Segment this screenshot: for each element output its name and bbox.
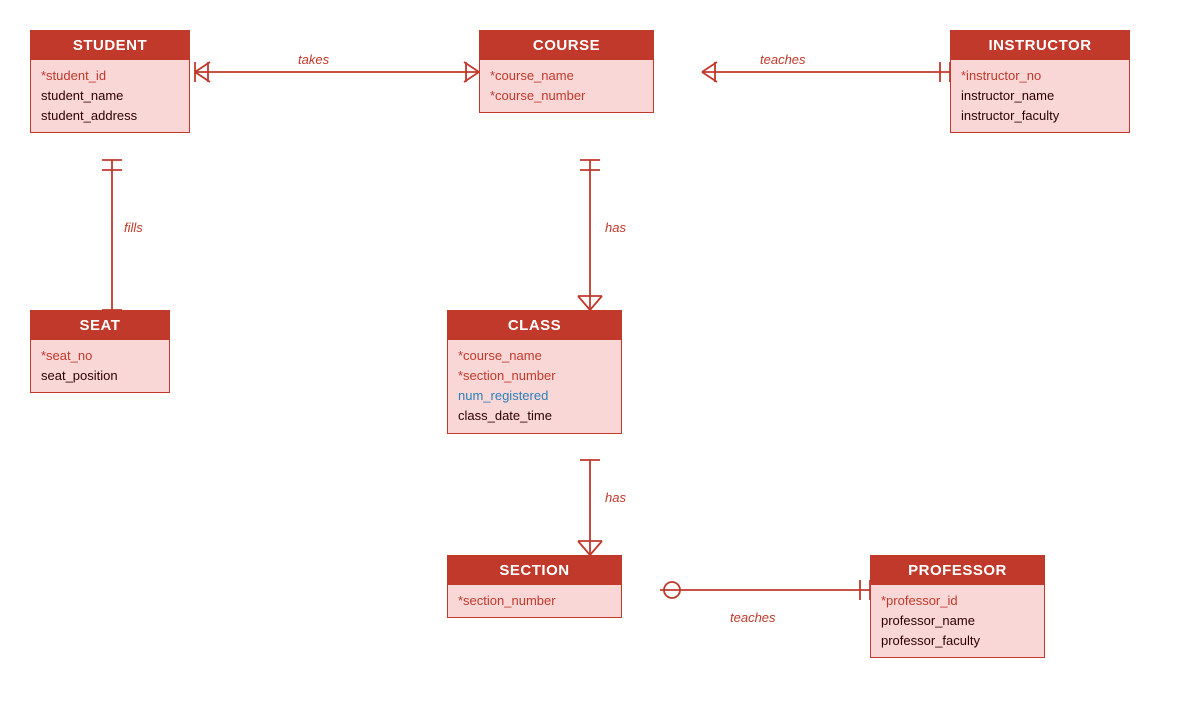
entity-course-header: COURSE [480, 31, 653, 60]
entity-student: STUDENT *student_id student_name student… [30, 30, 190, 133]
entity-student-body: *student_id student_name student_address [31, 60, 189, 132]
entity-class: CLASS *course_name *section_number num_r… [447, 310, 622, 434]
entity-section-header: SECTION [448, 556, 621, 585]
class-field-3: num_registered [458, 386, 611, 406]
entity-course-body: *course_name *course_number [480, 60, 653, 112]
entity-class-header: CLASS [448, 311, 621, 340]
entity-professor-body: *professor_id professor_name professor_f… [871, 585, 1044, 657]
entity-seat-header: SEAT [31, 311, 169, 340]
diagram-container: takes teaches fills has has teaches STUD… [0, 0, 1201, 724]
instructor-field-1: *instructor_no [961, 66, 1119, 86]
entity-instructor-body: *instructor_no instructor_name instructo… [951, 60, 1129, 132]
entity-class-body: *course_name *section_number num_registe… [448, 340, 621, 433]
relation-has-class: has [605, 220, 626, 235]
course-field-1: *course_name [490, 66, 643, 86]
seat-field-2: seat_position [41, 366, 159, 386]
entity-section-body: *section_number [448, 585, 621, 617]
relation-teaches-instructor: teaches [760, 52, 806, 67]
relation-has-section: has [605, 490, 626, 505]
seat-field-1: *seat_no [41, 346, 159, 366]
entity-professor: PROFESSOR *professor_id professor_name p… [870, 555, 1045, 658]
instructor-field-3: instructor_faculty [961, 106, 1119, 126]
professor-field-1: *professor_id [881, 591, 1034, 611]
class-field-4: class_date_time [458, 406, 611, 426]
course-field-2: *course_number [490, 86, 643, 106]
entity-instructor: INSTRUCTOR *instructor_no instructor_nam… [950, 30, 1130, 133]
entity-seat-body: *seat_no seat_position [31, 340, 169, 392]
relation-fills: fills [124, 220, 143, 235]
relation-teaches-professor: teaches [730, 610, 776, 625]
entity-section: SECTION *section_number [447, 555, 622, 618]
entity-instructor-header: INSTRUCTOR [951, 31, 1129, 60]
student-field-1: *student_id [41, 66, 179, 86]
instructor-field-2: instructor_name [961, 86, 1119, 106]
class-field-2: *section_number [458, 366, 611, 386]
professor-field-3: professor_faculty [881, 631, 1034, 651]
professor-field-2: professor_name [881, 611, 1034, 631]
relation-takes: takes [298, 52, 329, 67]
entity-course: COURSE *course_name *course_number [479, 30, 654, 113]
class-field-1: *course_name [458, 346, 611, 366]
entity-seat: SEAT *seat_no seat_position [30, 310, 170, 393]
entity-student-header: STUDENT [31, 31, 189, 60]
entity-professor-header: PROFESSOR [871, 556, 1044, 585]
section-field-1: *section_number [458, 591, 611, 611]
student-field-2: student_name [41, 86, 179, 106]
student-field-3: student_address [41, 106, 179, 126]
